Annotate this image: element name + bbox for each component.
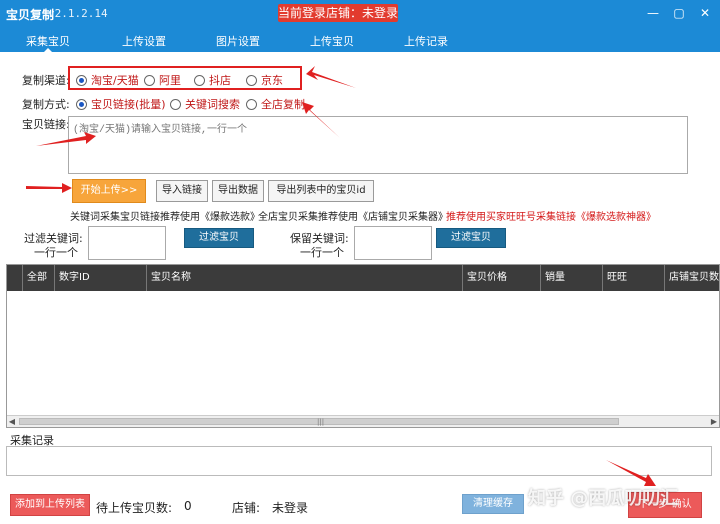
col-shop-item-count[interactable]: 店铺宝贝数 [665, 265, 720, 291]
pending-count-value: 0 [184, 499, 192, 513]
channel-label: 复制渠道: [22, 74, 70, 87]
radio-label: 抖店 [209, 74, 231, 87]
table-horizontal-scrollbar[interactable]: ◀ ||| ▶ [7, 415, 719, 427]
keep-keyword-sublabel: 一行一个 [300, 246, 344, 259]
radio-dot [144, 74, 155, 86]
radio-method-keyword[interactable]: 关键词搜索 [170, 96, 240, 112]
buyer-tip: 推荐使用买家旺旺号采集链接《爆款选款神器》 [446, 212, 656, 223]
tab-image-settings[interactable]: 图片设置 [216, 33, 260, 49]
radio-method-shop[interactable]: 全店复制 [246, 96, 305, 112]
tab-bar: 采集宝贝 上传设置 图片设置 上传宝贝 上传记录 [0, 30, 720, 52]
shop-tip: 全店宝贝采集推荐使用《店铺宝贝采集器》 [258, 212, 448, 223]
radio-dot [246, 98, 257, 110]
col-sales[interactable]: 销量 [541, 265, 603, 291]
method-label: 复制方式: [22, 98, 70, 111]
radio-dot [194, 74, 205, 86]
radio-dot [76, 98, 87, 110]
radio-label: 淘宝/天猫 [91, 74, 139, 87]
annotation-arrow-link [36, 132, 96, 146]
radio-channel-taobao[interactable]: 淘宝/天猫 [76, 72, 139, 88]
tab-upload-records[interactable]: 上传记录 [404, 33, 448, 49]
export-data-button[interactable]: 导出数据 [212, 180, 264, 202]
scroll-left-icon[interactable]: ◀ [7, 416, 17, 427]
pending-count-label: 待上传宝贝数: [96, 501, 173, 515]
col-wangwang[interactable]: 旺旺 [603, 265, 665, 291]
radio-dot [170, 98, 181, 110]
radio-dot [246, 74, 257, 86]
close-button[interactable]: ✕ [698, 6, 712, 20]
login-status-banner: 当前登录店铺：未登录 [278, 4, 399, 22]
app-title: 宝贝复制 [6, 8, 55, 22]
col-item-price[interactable]: 宝贝价格 [463, 265, 541, 291]
radio-label: 关键词搜索 [185, 98, 240, 111]
import-links-button[interactable]: 导入链接 [156, 180, 208, 202]
main-panel: 复制渠道: 淘宝/天猫 阿里 抖店 京东 复制方式: 宝贝链接(批量) 关键词搜… [0, 52, 720, 524]
keep-keyword-input[interactable] [354, 226, 432, 260]
app-version: v2.1.2.14 [48, 7, 108, 20]
filter-keyword-sublabel: 一行一个 [34, 246, 78, 259]
radio-label: 京东 [261, 74, 283, 87]
radio-label: 全店复制 [261, 98, 305, 111]
radio-channel-ali[interactable]: 阿里 [144, 72, 181, 88]
minimize-button[interactable]: — [646, 6, 660, 20]
radio-method-link[interactable]: 宝贝链接(批量) [76, 96, 166, 112]
shop-value: 未登录 [272, 501, 309, 515]
col-numeric-id[interactable]: 数字ID [55, 265, 147, 291]
title-bar: 宝贝复制 v2.1.2.14 当前登录店铺：未登录 — ▢ ✕ [0, 0, 720, 30]
link-label: 宝贝链接: [22, 118, 70, 131]
annotation-arrow-channel [306, 66, 356, 88]
radio-channel-douyin[interactable]: 抖店 [194, 72, 231, 88]
filter-items-button[interactable]: 过滤宝贝 [184, 228, 254, 248]
annotation-arrow-next [606, 460, 656, 486]
add-to-upload-list-button[interactable]: 添加到上传列表 [10, 494, 90, 516]
start-upload-button[interactable]: 开始上传>> [72, 179, 146, 203]
radio-dot [76, 74, 87, 86]
tab-upload-settings[interactable]: 上传设置 [122, 33, 166, 49]
radio-label: 宝贝链接(批量) [91, 98, 166, 111]
tab-upload-items[interactable]: 上传宝贝 [310, 33, 354, 49]
shop-label: 店铺: [232, 501, 261, 515]
scroll-grip-icon: ||| [317, 418, 325, 426]
item-link-input[interactable] [68, 116, 688, 174]
filter-keyword-input[interactable] [88, 226, 166, 260]
col-item-name[interactable]: 宝贝名称 [147, 265, 463, 291]
col-select-all[interactable]: 全部 [23, 265, 55, 291]
restore-button[interactable]: ▢ [672, 6, 686, 20]
table-header: 全部 数字ID 宝贝名称 宝贝价格 销量 旺旺 店铺宝贝数 [7, 265, 719, 291]
radio-label: 阿里 [159, 74, 181, 87]
item-table: 全部 数字ID 宝贝名称 宝贝价格 销量 旺旺 店铺宝贝数 ◀ ||| ▶ [6, 264, 720, 428]
scroll-right-icon[interactable]: ▶ [709, 416, 719, 427]
export-ids-button[interactable]: 导出列表中的宝贝id [268, 180, 374, 202]
tab-collect-items[interactable]: 采集宝贝 [26, 33, 70, 49]
annotation-arrow-start [26, 183, 72, 193]
radio-channel-jd[interactable]: 京东 [246, 72, 283, 88]
col-index [7, 265, 23, 291]
annotation-arrow-method [302, 102, 340, 138]
keyword-tip: 关键词采集宝贝链接推荐使用《爆款选款》 [70, 212, 260, 223]
keep-items-button[interactable]: 过滤宝贝 [436, 228, 506, 248]
clear-cache-button[interactable]: 清理缓存 [462, 494, 524, 514]
